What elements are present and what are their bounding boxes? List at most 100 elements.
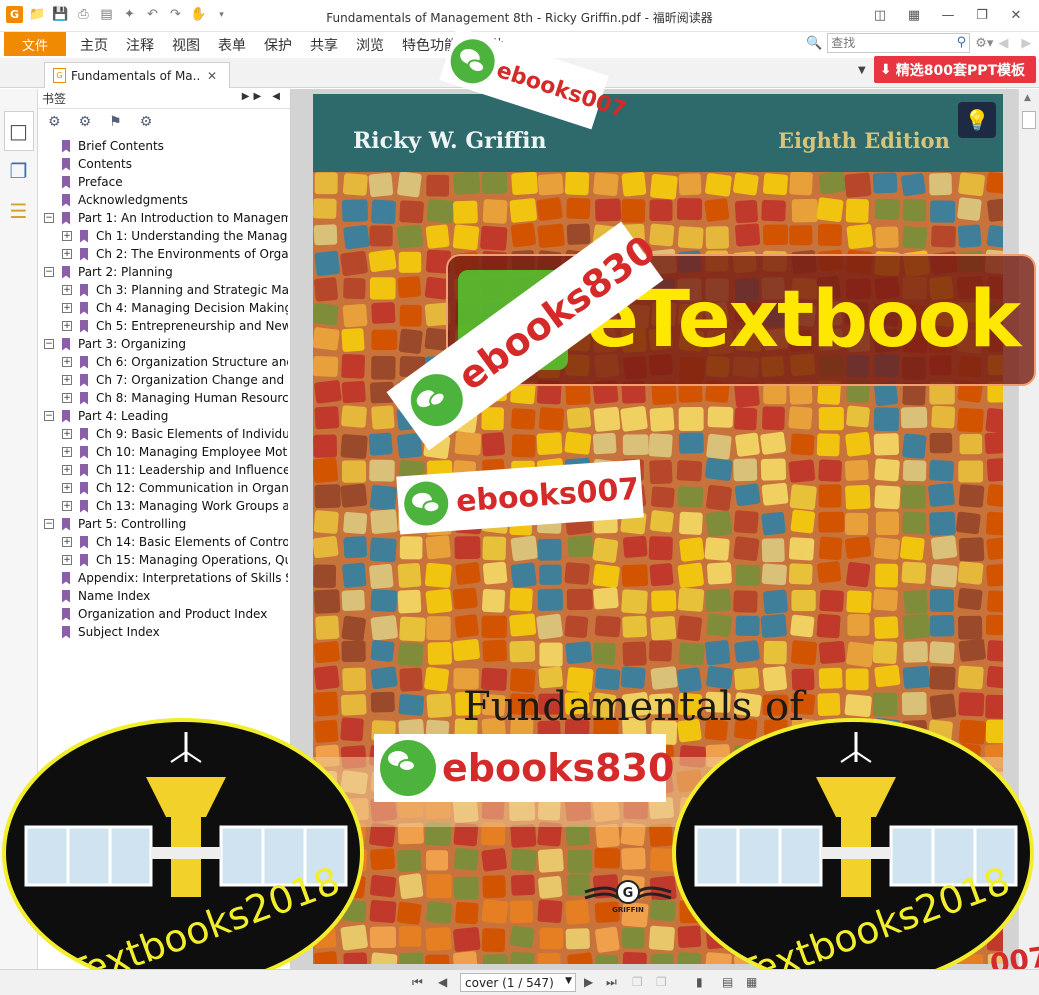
document-tab[interactable]: G Fundamentals of Ma... ✕ [44,62,230,88]
expand-icon[interactable]: + [62,393,72,403]
collapse-icon[interactable]: − [44,339,54,349]
continuous-view-icon[interactable]: ▤ [722,975,733,989]
bookmark-item[interactable]: + Ch 8: Managing Human Resources [38,389,288,407]
previous-page-icon[interactable]: ◀ [438,975,447,989]
ppt-template-promo-button[interactable]: ⬇ 精选800套PPT模板 [874,56,1036,83]
expand-icon[interactable]: + [62,231,72,241]
bookmark-item[interactable]: + Ch 7: Organization Change and Inr [38,371,288,389]
expand-icon[interactable]: + [62,249,72,259]
tab-list-chevron-icon[interactable]: ▼ [858,65,866,76]
bookmark-item[interactable]: Organization and Product Index [38,605,288,623]
expand-icon[interactable]: + [62,483,72,493]
menu-protect[interactable]: 保护 [264,35,292,55]
expand-all-icon[interactable]: ⚙ [48,114,61,130]
menu-view[interactable]: 视图 [172,35,200,55]
bookmark-item[interactable]: + Ch 2: The Environments of Organi [38,245,288,263]
redo-icon[interactable]: ↷ [167,6,184,23]
new-doc-icon[interactable]: ✦ [121,6,138,23]
search-field[interactable]: ⚲ [827,33,971,53]
expand-icon[interactable]: + [62,501,72,511]
bookmark-item[interactable]: + Ch 5: Entrepreneurship and New V [38,317,288,335]
print-icon[interactable]: ⎙ [75,6,92,23]
bookmark-item[interactable]: + Ch 6: Organization Structure and D [38,353,288,371]
collapse-icon[interactable]: − [44,519,54,529]
scroll-up-icon[interactable]: ▲ [1024,93,1031,103]
foxit-app-icon[interactable]: G [6,6,23,23]
menu-browse[interactable]: 浏览 [356,35,384,55]
bookmark-item[interactable]: Subject Index [38,623,288,641]
collapse-all-icon[interactable]: ⚙ [79,114,92,130]
customize-dropdown-icon[interactable]: ▾ [213,6,230,23]
expand-icon[interactable]: + [62,357,72,367]
bookmark-item[interactable]: Brief Contents [38,137,288,155]
bookmark-item[interactable]: − Part 5: Controlling [38,515,288,533]
page-dropdown-icon[interactable]: ▼ [565,976,572,986]
bookmark-item[interactable]: − Part 1: An Introduction to Manageme [38,209,288,227]
menu-form[interactable]: 表单 [218,35,246,55]
forward-nav-icon[interactable]: ▶ [1021,36,1031,51]
menu-comment[interactable]: 注释 [126,35,154,55]
comments-panel-icon[interactable]: ☰ [4,191,34,231]
expand-icon[interactable]: + [62,429,72,439]
previous-view-icon[interactable]: ❐ [632,975,643,989]
bookmark-item[interactable]: Name Index [38,587,288,605]
bookmark-item[interactable]: + Ch 11: Leadership and Influence P [38,461,288,479]
bookmark-item[interactable]: Appendix: Interpretations of Skills Self [38,569,288,587]
bookmark-item[interactable]: + Ch 12: Communication in Organizat [38,479,288,497]
restore-icon[interactable]: ❐ [965,4,999,26]
bookmark-options-icon[interactable]: ⚙ [140,114,153,130]
panel-collapse-icon[interactable]: ▶▶ ◀ [242,91,284,102]
expand-icon[interactable]: + [62,465,72,475]
skin-icon[interactable]: ◫ [863,4,897,26]
facing-view-icon[interactable]: ▦ [746,975,757,989]
search-icon[interactable]: ⚲ [957,35,967,50]
bookmark-panel-icon[interactable]: □ [3,111,34,151]
menu-share[interactable]: 共享 [310,35,338,55]
find-folder-icon[interactable]: 🔍 [806,36,822,51]
close-window-icon[interactable]: ✕ [999,4,1033,26]
bookmark-item[interactable]: + Ch 3: Planning and Strategic Mana [38,281,288,299]
bookmark-item[interactable]: + Ch 15: Managing Operations, Quali [38,551,288,569]
bookmark-item[interactable]: Contents [38,155,288,173]
gear-icon[interactable]: ⚙▾ [975,36,993,51]
bookmark-item[interactable]: − Part 4: Leading [38,407,288,425]
close-tab-icon[interactable]: ✕ [207,69,217,83]
page-number-field[interactable]: cover (1 / 547) ▼ [460,973,576,992]
expand-icon[interactable]: + [62,375,72,385]
bookmark-item[interactable]: − Part 2: Planning [38,263,288,281]
expand-icon[interactable]: + [62,447,72,457]
open-folder-icon[interactable]: 📁 [29,6,46,23]
expand-icon[interactable]: + [62,285,72,295]
next-view-icon[interactable]: ❐ [656,975,667,989]
collapse-icon[interactable]: − [44,267,54,277]
bookmark-item[interactable]: Preface [38,173,288,191]
bookmark-item[interactable]: − Part 3: Organizing [38,335,288,353]
hand-tool-icon[interactable]: ✋ [190,6,207,23]
collapse-icon[interactable]: − [44,213,54,223]
minimize-icon[interactable]: — [931,4,965,26]
expand-icon[interactable]: + [62,303,72,313]
save-icon[interactable]: 💾 [52,6,69,23]
file-menu-button[interactable]: 文件 [4,32,66,56]
bookmark-item[interactable]: + Ch 1: Understanding the Manager' [38,227,288,245]
expand-icon[interactable]: + [62,555,72,565]
bookmark-item[interactable]: + Ch 13: Managing Work Groups and [38,497,288,515]
menu-home[interactable]: 主页 [80,35,108,55]
properties-icon[interactable]: ▤ [98,6,115,23]
layout-icon[interactable]: ▦ [897,4,931,26]
next-page-icon[interactable]: ▶ [584,975,593,989]
bookmark-item[interactable]: + Ch 4: Managing Decision Making [38,299,288,317]
bookmark-item[interactable]: + Ch 10: Managing Employee Motiva [38,443,288,461]
expand-icon[interactable]: + [62,321,72,331]
collapse-icon[interactable]: − [44,411,54,421]
undo-icon[interactable]: ↶ [144,6,161,23]
add-bookmark-icon[interactable]: ⚑ [109,114,122,130]
single-page-view-icon[interactable]: ▮ [696,975,703,989]
search-input[interactable] [828,34,947,52]
first-page-icon[interactable]: ⏮ [412,975,423,990]
expand-icon[interactable]: + [62,537,72,547]
bookmark-item[interactable]: + Ch 9: Basic Elements of Individual I [38,425,288,443]
bookmark-item[interactable]: + Ch 14: Basic Elements of Control [38,533,288,551]
bookmark-item[interactable]: Acknowledgments [38,191,288,209]
scroll-thumb[interactable] [1022,111,1036,129]
